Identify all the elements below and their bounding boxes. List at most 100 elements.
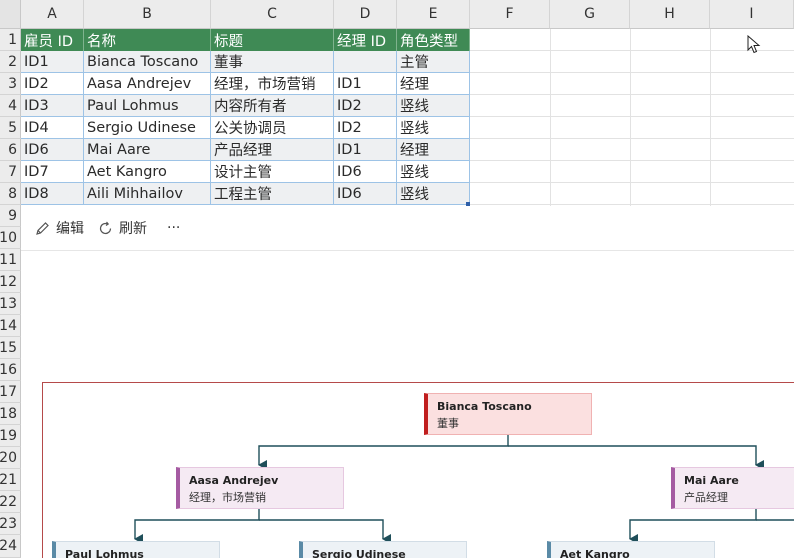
edit-button[interactable]: 编辑 bbox=[35, 218, 84, 238]
node-title: 董事 bbox=[437, 417, 459, 430]
column-header-b[interactable]: B bbox=[84, 0, 211, 29]
row-header[interactable]: 5 bbox=[0, 117, 21, 139]
table-cell[interactable]: 经理，市场营销 bbox=[211, 73, 334, 95]
table-cell[interactable]: Sergio Udinese bbox=[84, 117, 211, 139]
select-all-corner[interactable] bbox=[0, 0, 21, 29]
table-cell[interactable]: ID1 bbox=[334, 73, 397, 95]
table-cell[interactable]: Mai Aare bbox=[84, 139, 211, 161]
row-header[interactable]: 23 bbox=[0, 513, 21, 535]
more-options-button[interactable]: ··· bbox=[167, 220, 180, 236]
column-header-c[interactable]: C bbox=[211, 0, 334, 29]
column-header-e[interactable]: E bbox=[397, 0, 470, 29]
table-cell[interactable]: Paul Lohmus bbox=[84, 95, 211, 117]
row-header[interactable]: 6 bbox=[0, 139, 21, 161]
org-node-root[interactable]: Bianca Toscano 董事 bbox=[424, 393, 592, 435]
table-cell[interactable]: 竖线 bbox=[397, 117, 470, 139]
table-cell[interactable]: Aasa Andrejev bbox=[84, 73, 211, 95]
row-header[interactable]: 8 bbox=[0, 183, 21, 205]
row-header[interactable]: 1 bbox=[0, 29, 21, 51]
org-chart-panel[interactable]: 编辑 刷新 ··· Bianca Toscano 董事 Aasa Andreje… bbox=[21, 206, 794, 558]
table-cell[interactable]: ID1 bbox=[21, 51, 84, 73]
table-cell[interactable]: ID3 bbox=[21, 95, 84, 117]
table-cell[interactable]: 竖线 bbox=[397, 183, 470, 205]
spreadsheet[interactable]: A B C D E F G H I 1 2 3 4 5 6 7 8 9 10 1… bbox=[0, 0, 794, 558]
table-cell[interactable]: Aet Kangro bbox=[84, 161, 211, 183]
node-name: Mai Aare bbox=[684, 474, 739, 487]
column-header-h[interactable]: H bbox=[630, 0, 710, 29]
table-cell[interactable]: 竖线 bbox=[397, 95, 470, 117]
row-header[interactable]: 9 bbox=[0, 205, 21, 227]
table-cell[interactable]: ID4 bbox=[21, 117, 84, 139]
edit-label: 编辑 bbox=[56, 221, 84, 237]
refresh-label: 刷新 bbox=[119, 221, 147, 237]
table-cell[interactable]: ID7 bbox=[21, 161, 84, 183]
table-header-role-type[interactable]: 角色类型 bbox=[397, 29, 470, 51]
column-header-d[interactable]: D bbox=[334, 0, 397, 29]
column-header-a[interactable]: A bbox=[21, 0, 84, 29]
node-name: Sergio Udinese bbox=[312, 548, 406, 558]
table-cell[interactable]: ID6 bbox=[334, 161, 397, 183]
refresh-button[interactable]: 刷新 bbox=[98, 218, 147, 238]
grid-line bbox=[470, 182, 794, 183]
row-header[interactable]: 15 bbox=[0, 337, 21, 359]
table-cell[interactable]: 竖线 bbox=[397, 161, 470, 183]
row-header[interactable]: 16 bbox=[0, 359, 21, 381]
table-cell[interactable]: ID6 bbox=[334, 183, 397, 205]
row-header[interactable]: 17 bbox=[0, 381, 21, 403]
column-header-i[interactable]: I bbox=[710, 0, 794, 29]
org-node-manager[interactable]: Aasa Andrejev 经理，市场营销 bbox=[176, 467, 344, 509]
table-cell[interactable]: ID2 bbox=[334, 95, 397, 117]
table-cell[interactable]: 工程主管 bbox=[211, 183, 334, 205]
row-header[interactable]: 21 bbox=[0, 469, 21, 491]
table-cell[interactable]: ID6 bbox=[21, 139, 84, 161]
row-header[interactable]: 12 bbox=[0, 271, 21, 293]
row-header[interactable]: 7 bbox=[0, 161, 21, 183]
node-name: Paul Lohmus bbox=[65, 548, 144, 558]
org-node-leaf[interactable]: Paul Lohmus bbox=[52, 541, 220, 558]
table-cell[interactable]: 内容所有者 bbox=[211, 95, 334, 117]
table-cell[interactable]: ID1 bbox=[334, 139, 397, 161]
table-cell[interactable]: 设计主管 bbox=[211, 161, 334, 183]
row-header[interactable]: 10 bbox=[0, 227, 21, 249]
row-header[interactable]: 20 bbox=[0, 447, 21, 469]
table-header-employee-id[interactable]: 雇员 ID bbox=[21, 29, 84, 51]
column-header-g[interactable]: G bbox=[550, 0, 630, 29]
row-header[interactable]: 19 bbox=[0, 425, 21, 447]
table-header-name[interactable]: 名称 bbox=[84, 29, 211, 51]
column-header-f[interactable]: F bbox=[470, 0, 550, 29]
table-cell[interactable]: 经理 bbox=[397, 139, 470, 161]
row-header[interactable]: 24 bbox=[0, 535, 21, 558]
table-cell[interactable]: ID2 bbox=[334, 117, 397, 139]
row-header[interactable]: 13 bbox=[0, 293, 21, 315]
row-header[interactable]: 18 bbox=[0, 403, 21, 425]
org-node-manager[interactable]: Mai Aare 产品经理 bbox=[671, 467, 794, 509]
row-header[interactable]: 2 bbox=[0, 51, 21, 73]
node-title: 经理，市场营销 bbox=[189, 491, 266, 504]
table-cell[interactable]: 产品经理 bbox=[211, 139, 334, 161]
row-header[interactable]: 3 bbox=[0, 73, 21, 95]
grid-line bbox=[470, 72, 794, 73]
table-header-manager-id[interactable]: 经理 ID bbox=[334, 29, 397, 51]
pencil-icon bbox=[36, 221, 49, 235]
grid-line bbox=[470, 116, 794, 117]
grid-line bbox=[470, 138, 794, 139]
mouse-cursor-icon bbox=[747, 35, 761, 54]
table-cell[interactable]: Aili Mihhailov bbox=[84, 183, 211, 205]
table-cell[interactable]: 经理 bbox=[397, 73, 470, 95]
table-cell[interactable]: 公关协调员 bbox=[211, 117, 334, 139]
org-node-leaf[interactable]: Aet Kangro bbox=[547, 541, 715, 558]
table-cell[interactable]: 主管 bbox=[397, 51, 470, 73]
table-cell[interactable]: 董事 bbox=[211, 51, 334, 73]
grid-line bbox=[470, 160, 794, 161]
table-cell[interactable] bbox=[334, 51, 397, 73]
row-header[interactable]: 11 bbox=[0, 249, 21, 271]
table-cell[interactable]: ID2 bbox=[21, 73, 84, 95]
table-cell[interactable]: Bianca Toscano bbox=[84, 51, 211, 73]
row-header[interactable]: 14 bbox=[0, 315, 21, 337]
table-header-title[interactable]: 标题 bbox=[211, 29, 334, 51]
org-node-leaf[interactable]: Sergio Udinese bbox=[299, 541, 467, 558]
node-name: Bianca Toscano bbox=[437, 400, 532, 413]
row-header[interactable]: 22 bbox=[0, 491, 21, 513]
table-cell[interactable]: ID8 bbox=[21, 183, 84, 205]
row-header[interactable]: 4 bbox=[0, 95, 21, 117]
